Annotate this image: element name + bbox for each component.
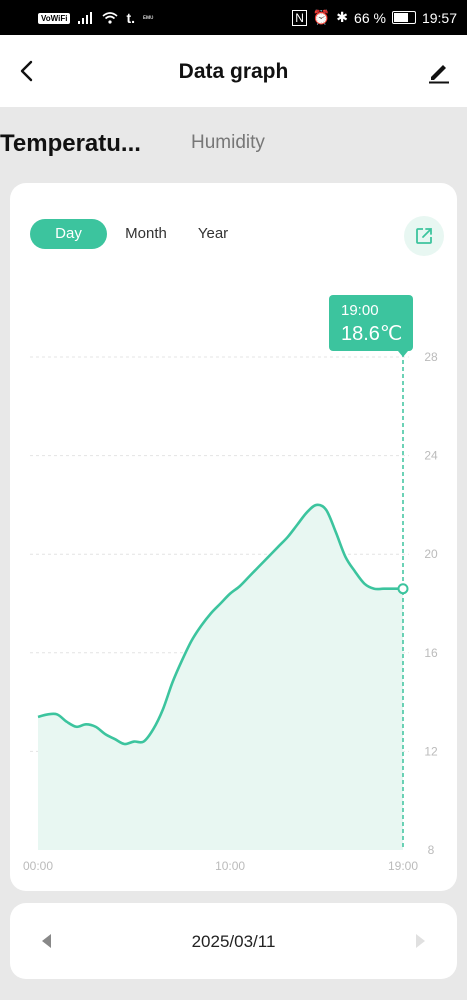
tooltip-pointer [398,351,408,357]
y-tick-label: 12 [424,744,438,758]
tab-humidity[interactable]: Humidity [191,132,265,154]
y-tick-label: 16 [424,646,438,660]
vowifi-badge: VoWiFi [38,12,71,24]
carrier-label: ᴇᴍᴜ [143,15,154,21]
bluetooth-icon: ✱ [336,9,349,25]
wifi-icon [102,12,118,24]
tab-temperature[interactable]: Temperatu... [0,130,141,158]
carrier-icon: t. [126,10,136,26]
highlight-point[interactable] [397,583,409,595]
y-tick-label: 8 [428,843,435,857]
current-date: 2025/03/11 [191,932,276,951]
y-tick-label: 28 [424,350,438,364]
y-tick-label: 24 [424,449,438,463]
signal-icon [78,12,93,24]
date-navigator: 2025/03/11 [10,903,457,979]
temperature-chart[interactable]: 8 12 16 20 24 28 00:00 10:00 19:00 19:00 18.6℃ [10,183,457,891]
page-title: Data graph [178,60,289,83]
edit-button[interactable] [425,57,453,85]
nfc-icon: N [292,9,307,26]
tooltip-value: 18.6℃ [341,323,402,345]
pencil-icon [429,65,449,84]
x-tick-label: 00:00 [23,859,53,873]
alarm-icon: ⏰ [312,9,331,25]
status-bar: VoWiFi t. ᴇᴍᴜ N ⏰ ✱ 66 % 19:57 [0,0,467,35]
y-tick-label: 20 [424,547,438,561]
header: Data graph [0,35,467,107]
clock: 19:57 [421,9,457,26]
battery-percent: 66 % [354,9,386,26]
next-day-button[interactable] [413,933,427,949]
area-fill [38,504,403,850]
battery-icon [391,11,416,24]
tooltip-time: 19:00 [341,302,379,319]
triangle-right-icon [416,934,425,948]
x-tick-label: 19:00 [388,859,418,873]
x-tick-label: 10:00 [215,859,245,873]
chart-card: Day Month Year 8 12 16 20 24 28 00:00 10:00 19:0… [10,183,457,891]
